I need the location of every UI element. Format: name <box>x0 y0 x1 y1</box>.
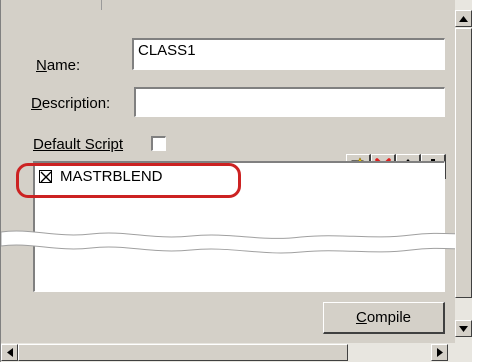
default-script-label: Default Script <box>33 136 124 153</box>
name-label: Name: <box>36 57 81 74</box>
vertical-scroll-thumb[interactable] <box>455 28 472 298</box>
default-script-checkbox[interactable] <box>151 136 166 151</box>
arrow-left-icon <box>6 348 13 357</box>
scroll-down-button[interactable] <box>455 320 472 337</box>
arrow-down-icon <box>459 325 468 332</box>
compile-button[interactable]: Compile <box>323 302 445 334</box>
highlight-annotation <box>16 163 241 198</box>
outer-margin <box>472 0 482 362</box>
description-input[interactable] <box>134 87 445 117</box>
name-input[interactable]: CLASS1 <box>132 38 445 70</box>
torn-edge-break <box>1 230 482 254</box>
arrow-up-icon <box>459 15 468 22</box>
arrow-right-icon <box>436 348 443 357</box>
script-editor-panel: Name: CLASS1 Description: Default Script <box>0 0 482 362</box>
vertical-scrollbar[interactable] <box>455 0 472 362</box>
horizontal-scrollbar[interactable] <box>1 343 455 362</box>
scroll-up-button[interactable] <box>455 10 472 27</box>
scroll-left-button[interactable] <box>1 344 18 361</box>
description-label: Description: <box>31 95 111 112</box>
panel-divider <box>101 0 102 10</box>
horizontal-scroll-thumb[interactable] <box>18 344 348 361</box>
scroll-right-button[interactable] <box>431 344 448 361</box>
